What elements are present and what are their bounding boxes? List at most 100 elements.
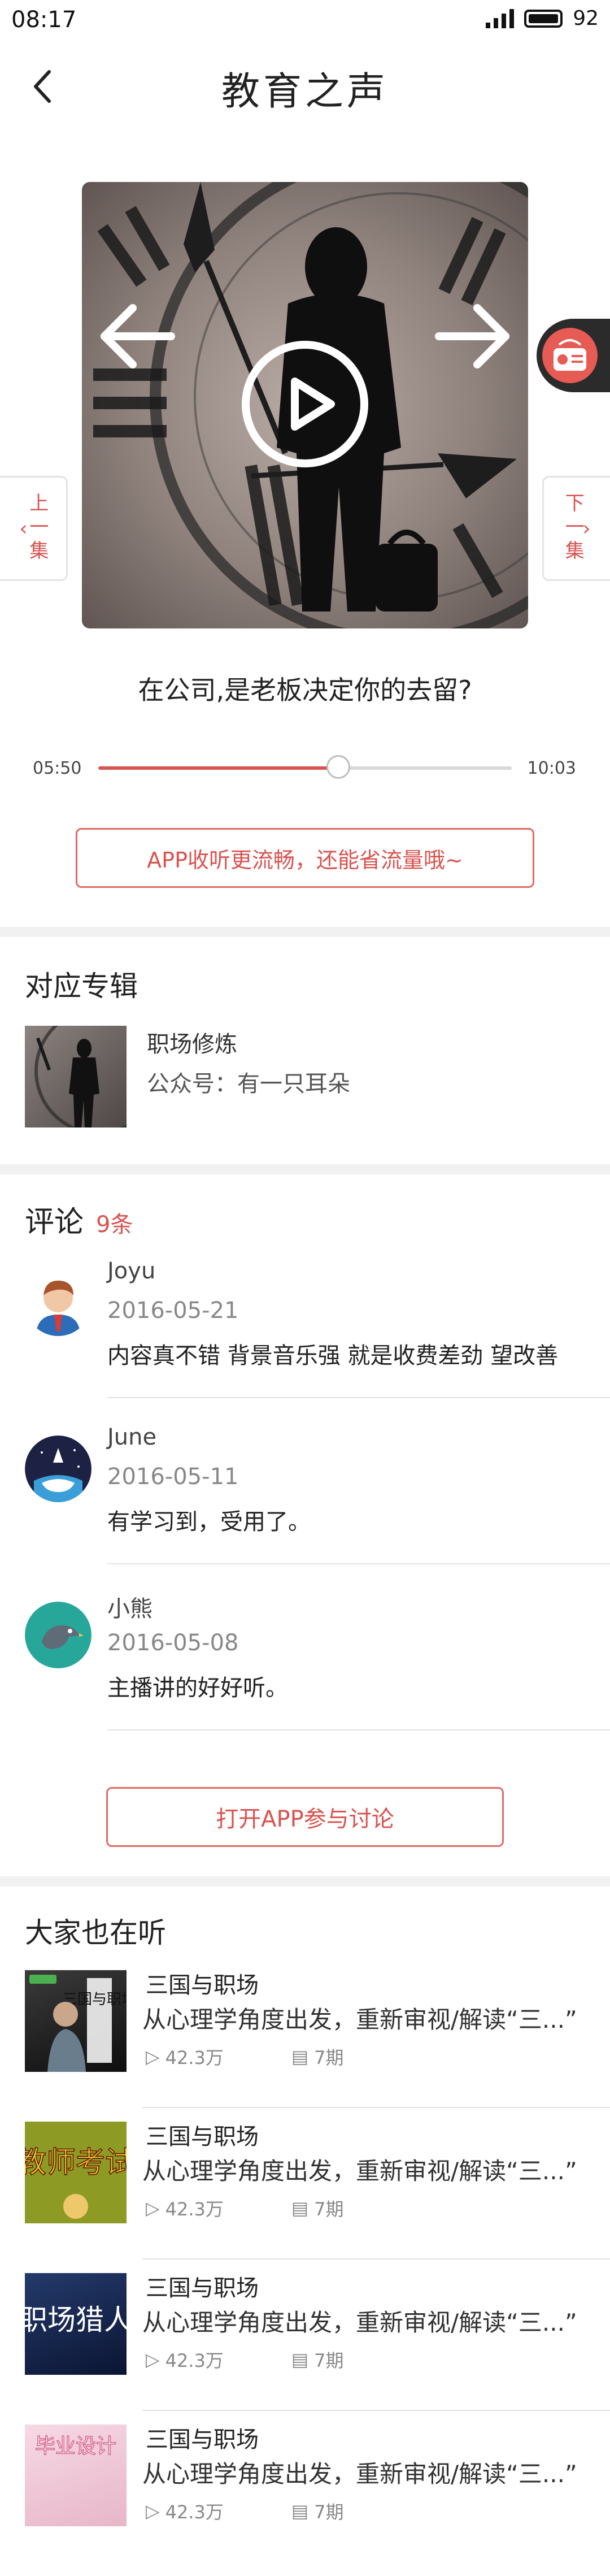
status-icons: 92 — [486, 7, 599, 30]
chevron-right-icon: › — [582, 517, 591, 540]
episode-count: 7期 — [314, 2047, 344, 2068]
play-count: 42.3万 — [165, 2350, 224, 2371]
avatar — [25, 1269, 91, 1336]
comment-date: 2016-05-08 — [107, 1630, 239, 1656]
comment-user: 小熊 — [107, 1596, 152, 1622]
episode-count: 7期 — [314, 2350, 344, 2371]
program-meta: ▷ 42.3万 ▤ 7期 — [146, 2347, 343, 2373]
program-thumbnail: 毕业设计 — [25, 2425, 127, 2526]
program-thumbnail: 三国与职场 — [25, 1970, 127, 2072]
previous-arrow-icon[interactable] — [85, 294, 186, 379]
signal-icon — [486, 8, 515, 28]
play-count-icon: ▷ — [146, 2197, 160, 2219]
divider — [107, 1729, 610, 1731]
comment-text: 主播讲的好好听。 — [107, 1675, 288, 1701]
previous-episode-label: 上一集 — [25, 493, 49, 564]
program-desc: 从心理学角度出发，重新审视/解读“三...” — [142, 2157, 577, 2185]
next-episode-label: 下一集 — [561, 493, 585, 564]
comment-item: June 2016-05-11 有学习到，受用了。 — [0, 1424, 610, 1588]
comments-section-title: 评论 — [25, 1205, 84, 1239]
comment-date: 2016-05-21 — [107, 1298, 239, 1324]
play-count: 42.3万 — [165, 2501, 224, 2523]
comments-header: 评论 9条 — [25, 1198, 133, 1241]
radio-badge[interactable] — [537, 319, 610, 392]
also-listening-title: 大家也在听 — [25, 1916, 166, 1949]
thumb-text: 教师考试 — [25, 2146, 127, 2180]
list-item[interactable]: 教师考试 三国与职场 从心理学角度出发，重新审视/解读“三...” ▷ 42.3万… — [0, 2122, 610, 2273]
program-desc: 从心理学角度出发，重新审视/解读“三...” — [142, 2460, 577, 2488]
next-arrow-icon[interactable] — [424, 294, 525, 379]
program-desc: 从心理学角度出发，重新审视/解读“三...” — [142, 2006, 577, 2033]
episodes-icon: ▤ — [291, 2500, 309, 2522]
thumb-text: 毕业设计 — [35, 2435, 116, 2458]
status-bar: 08:17 92 — [0, 0, 610, 45]
episode-count: 7期 — [314, 2501, 344, 2523]
comment-user: June — [107, 1424, 157, 1450]
program-meta: ▷ 42.3万 ▤ 7期 — [146, 2044, 343, 2070]
page-title: 教育之声 — [221, 70, 389, 114]
battery-level: 92 — [573, 7, 599, 30]
progress-bar[interactable]: 05:50 10:03 — [0, 752, 610, 786]
divider — [142, 2258, 610, 2260]
list-item[interactable]: 三国与职场 三国与职场 从心理学角度出发，重新审视/解读“三...” ▷42.3… — [0, 1970, 610, 2122]
comment-item: Joyu 2016-05-21 内容真不错 背景音乐强 就是收费差劲 望改善 — [0, 1258, 610, 1422]
program-name: 三国与职场 — [146, 2275, 259, 2301]
play-count: 42.3万 — [165, 2047, 224, 2068]
progress-fill — [98, 766, 338, 770]
episode-count: 7期 — [314, 2198, 344, 2220]
divider — [142, 2410, 610, 2411]
program-name: 三国与职场 — [146, 2124, 259, 2150]
open-app-discuss-button[interactable]: 打开APP参与讨论 — [106, 1787, 504, 1847]
program-meta: ▷ 42.3万 ▤ 7期 — [146, 2498, 343, 2524]
play-button[interactable] — [242, 341, 368, 467]
nav-bar: 教育之声 — [0, 45, 610, 125]
current-time: 05:50 — [33, 758, 82, 778]
episodes-icon: ▤ — [291, 2349, 309, 2370]
section-divider — [0, 1876, 610, 1887]
comment-item: 小熊 2016-05-08 主播讲的好好听。 — [0, 1590, 610, 1754]
comment-text: 有学习到，受用了。 — [107, 1509, 311, 1535]
section-divider — [0, 1164, 610, 1174]
section-divider — [0, 927, 610, 937]
divider — [107, 1563, 610, 1564]
episodes-icon: ▤ — [291, 2046, 309, 2067]
play-count-icon: ▷ — [146, 2046, 160, 2067]
divider — [142, 2107, 610, 2108]
thumb-text: 职场猎人 — [25, 2304, 127, 2336]
episodes-icon: ▤ — [291, 2197, 309, 2219]
status-time: 08:17 — [11, 7, 77, 33]
album-card[interactable]: 职场修炼 公众号：有一只耳朵 — [0, 1026, 610, 1139]
app-listen-button[interactable]: APP收听更流畅，还能省流量哦~ — [76, 828, 534, 888]
list-item[interactable]: 职场猎人 三国与职场 从心理学角度出发，重新审视/解读“三...” ▷ 42.3万… — [0, 2273, 610, 2425]
comments-count: 9条 — [96, 1212, 133, 1238]
play-icon — [291, 378, 335, 431]
player: ‹ 上一集 下一集 › 在公司,是老板决定你的去留? 05:50 10:03 A… — [0, 124, 610, 927]
avatar — [25, 1436, 91, 1502]
album-thumbnail — [25, 1026, 127, 1127]
previous-episode-tab[interactable]: ‹ 上一集 — [0, 476, 68, 581]
program-thumbnail: 职场猎人 — [25, 2273, 127, 2375]
program-desc: 从心理学角度出发，重新审视/解读“三...” — [142, 2309, 577, 2336]
track-title: 在公司,是老板决定你的去留? — [138, 675, 472, 705]
comment-date: 2016-05-11 — [107, 1464, 239, 1490]
album-section-title: 对应专辑 — [25, 970, 138, 1003]
radio-icon — [542, 328, 598, 383]
program-name: 三国与职场 — [146, 2427, 259, 2453]
battery-icon — [524, 9, 563, 28]
album-account: 公众号：有一只耳朵 — [147, 1071, 350, 1097]
total-time: 10:03 — [527, 758, 576, 778]
progress-track[interactable] — [98, 755, 512, 779]
play-count: 42.3万 — [165, 2198, 224, 2220]
play-count-icon: ▷ — [146, 2500, 160, 2522]
comment-text: 内容真不错 背景音乐强 就是收费差劲 望改善 — [107, 1343, 559, 1369]
program-name: 三国与职场 — [146, 1972, 259, 1998]
album-name: 职场修炼 — [147, 1031, 237, 1057]
progress-knob[interactable] — [326, 755, 350, 779]
next-episode-tab[interactable]: 下一集 › — [542, 476, 610, 581]
program-thumbnail: 教师考试 — [25, 2122, 127, 2223]
program-meta: ▷ 42.3万 ▤ 7期 — [146, 2195, 343, 2221]
play-count-icon: ▷ — [146, 2349, 160, 2370]
list-item[interactable]: 毕业设计 三国与职场 从心理学角度出发，重新审视/解读“三...” ▷ 42.3万… — [0, 2425, 610, 2576]
avatar — [25, 1602, 91, 1668]
divider — [107, 1397, 610, 1398]
